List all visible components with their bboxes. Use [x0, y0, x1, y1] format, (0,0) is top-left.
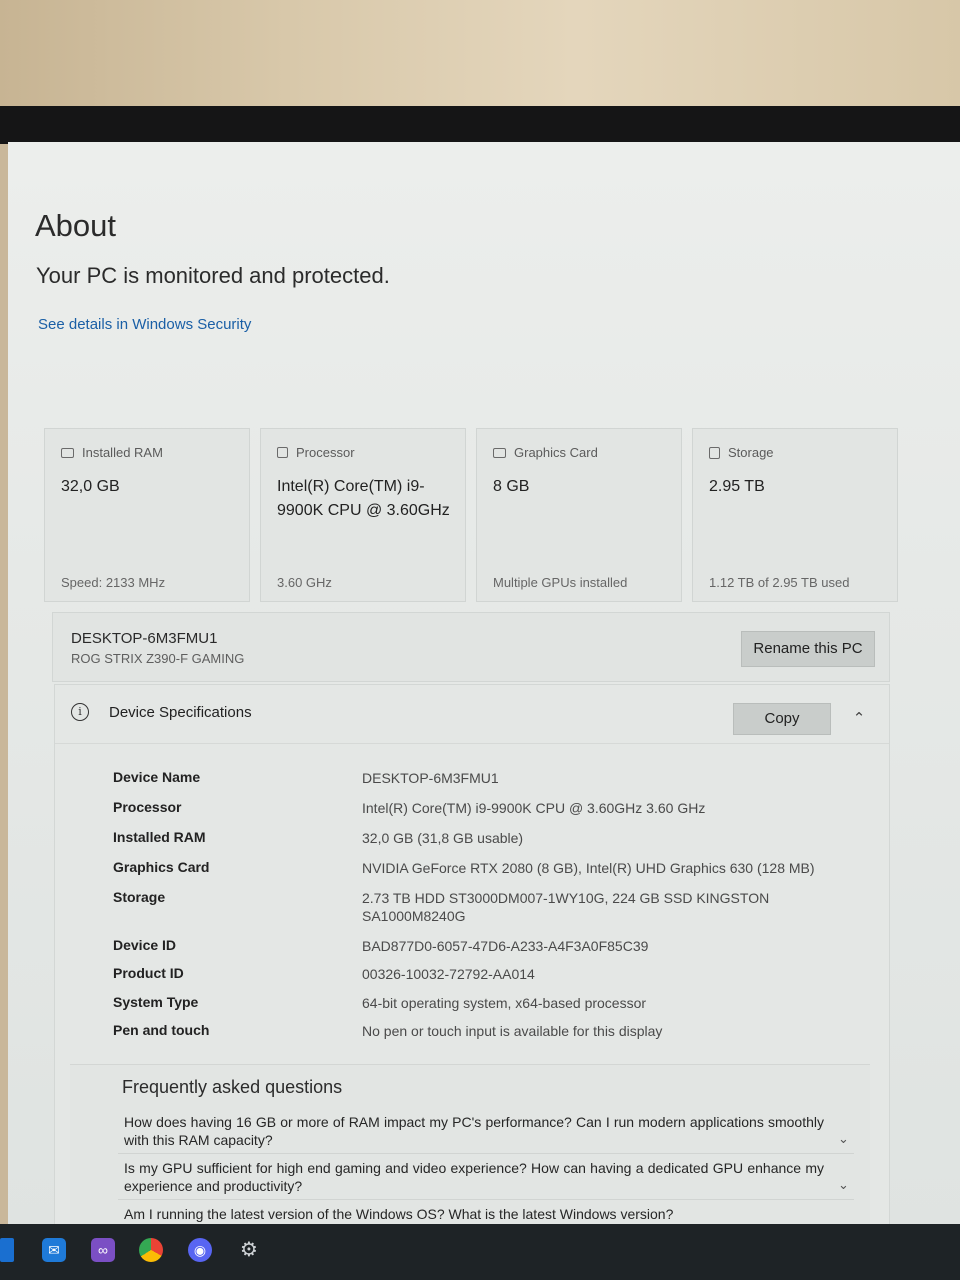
specs-title: Device Specifications [109, 704, 252, 721]
device-name: DESKTOP-6M3FMU1 [71, 630, 218, 647]
spec-key: Installed RAM [113, 829, 206, 845]
card-footer: 3.60 GHz [277, 575, 332, 590]
card-label: Graphics Card [514, 445, 598, 460]
divider [118, 1153, 854, 1154]
store-icon[interactable] [0, 1238, 14, 1262]
taskbar: ✉ ∞ ◉ ⚙ [0, 1224, 960, 1280]
spec-value: 2.73 TB HDD ST3000DM007-1WY10G, 224 GB S… [362, 890, 770, 924]
spec-key: Pen and touch [113, 1022, 210, 1038]
card-value: Intel(R) Core(TM) i9-9900K CPU @ 3.60GHz [277, 478, 450, 519]
spec-value: NVIDIA GeForce RTX 2080 (8 GB), Intel(R)… [362, 860, 815, 876]
card-value: 2.95 TB [709, 478, 765, 495]
faq-section: Frequently asked questions How does havi… [70, 1064, 870, 1232]
spec-value: BAD877D0-6057-47D6-A233-A4F3A0F85C39 [362, 938, 649, 954]
chevron-down-icon[interactable]: ⌄ [838, 1177, 849, 1193]
spec-value: DESKTOP-6M3FMU1 [362, 770, 499, 786]
settings-gear-icon[interactable]: ⚙ [237, 1238, 261, 1262]
protection-status: Your PC is monitored and protected. [36, 263, 390, 288]
spec-value: No pen or touch input is available for t… [362, 1023, 663, 1039]
faq-question[interactable]: Am I running the latest version of the W… [124, 1205, 824, 1223]
card-label: Installed RAM [82, 445, 163, 460]
discord-icon[interactable]: ◉ [188, 1238, 212, 1262]
copy-button[interactable]: Copy [733, 703, 831, 735]
card-storage: Storage 2.95 TB 1.12 TB of 2.95 TB used [692, 428, 898, 602]
device-model: ROG STRIX Z390-F GAMING [71, 651, 245, 666]
card-value: 8 GB [493, 478, 530, 495]
settings-about-page: About Your PC is monitored and protected… [8, 142, 960, 1232]
faq-title: Frequently asked questions [122, 1077, 343, 1097]
background-wall [0, 0, 960, 110]
info-icon: i [71, 703, 89, 721]
faq-question[interactable]: How does having 16 GB or more of RAM imp… [124, 1113, 824, 1149]
card-footer: 1.12 TB of 2.95 TB used [709, 575, 850, 590]
graphics-card-icon [493, 447, 506, 458]
processor-icon [277, 447, 288, 458]
card-label: Processor [296, 445, 355, 460]
storage-icon [709, 446, 720, 459]
chevron-down-icon[interactable]: ⌄ [838, 1131, 849, 1147]
card-footer: Speed: 2133 MHz [61, 575, 166, 590]
spec-key: Device Name [113, 769, 201, 785]
mail-icon[interactable]: ✉ [42, 1238, 66, 1262]
card-footer: Multiple GPUs installed [493, 575, 628, 590]
spec-key: Product ID [113, 965, 184, 981]
chrome-icon[interactable] [139, 1238, 163, 1262]
card-installed-ram: Installed RAM 32,0 GB Speed: 2133 MHz [44, 428, 250, 602]
card-label: Storage [728, 445, 774, 460]
spec-key: Device ID [113, 937, 177, 953]
spec-cards: Installed RAM 32,0 GB Speed: 2133 MHz Pr… [44, 428, 902, 602]
page-title: About [35, 208, 117, 243]
spec-key: Storage [113, 889, 166, 905]
spec-value: Intel(R) Core(TM) i9-9900K CPU @ 3.60GHz… [362, 800, 706, 816]
specs-header[interactable]: i Device Specifications Copy ⌃ [55, 685, 889, 744]
chevron-up-icon[interactable]: ⌃ [845, 705, 873, 733]
spec-key: Processor [113, 799, 182, 815]
spec-value: 64-bit operating system, x64-based proce… [362, 995, 647, 1011]
spec-key: Graphics Card [113, 859, 210, 875]
divider [118, 1199, 854, 1200]
visual-studio-icon[interactable]: ∞ [91, 1238, 115, 1262]
windows-security-link[interactable]: See details in Windows Security [38, 316, 251, 333]
ram-icon [61, 447, 74, 458]
rename-pc-button[interactable]: Rename this PC [741, 631, 875, 667]
spec-value: 32,0 GB (31,8 GB usable) [362, 830, 524, 846]
spec-value: 00326-10032-72792-AA014 [362, 966, 535, 982]
monitor-bezel [0, 106, 960, 144]
spec-key: System Type [113, 994, 199, 1010]
card-graphics: Graphics Card 8 GB Multiple GPUs install… [476, 428, 682, 602]
faq-question[interactable]: Is my GPU sufficient for high end gaming… [124, 1159, 824, 1195]
device-name-bar: DESKTOP-6M3FMU1 ROG STRIX Z390-F GAMING … [52, 612, 890, 682]
card-value: 32,0 GB [61, 478, 120, 495]
card-processor: Processor Intel(R) Core(TM) i9-9900K CPU… [260, 428, 466, 602]
